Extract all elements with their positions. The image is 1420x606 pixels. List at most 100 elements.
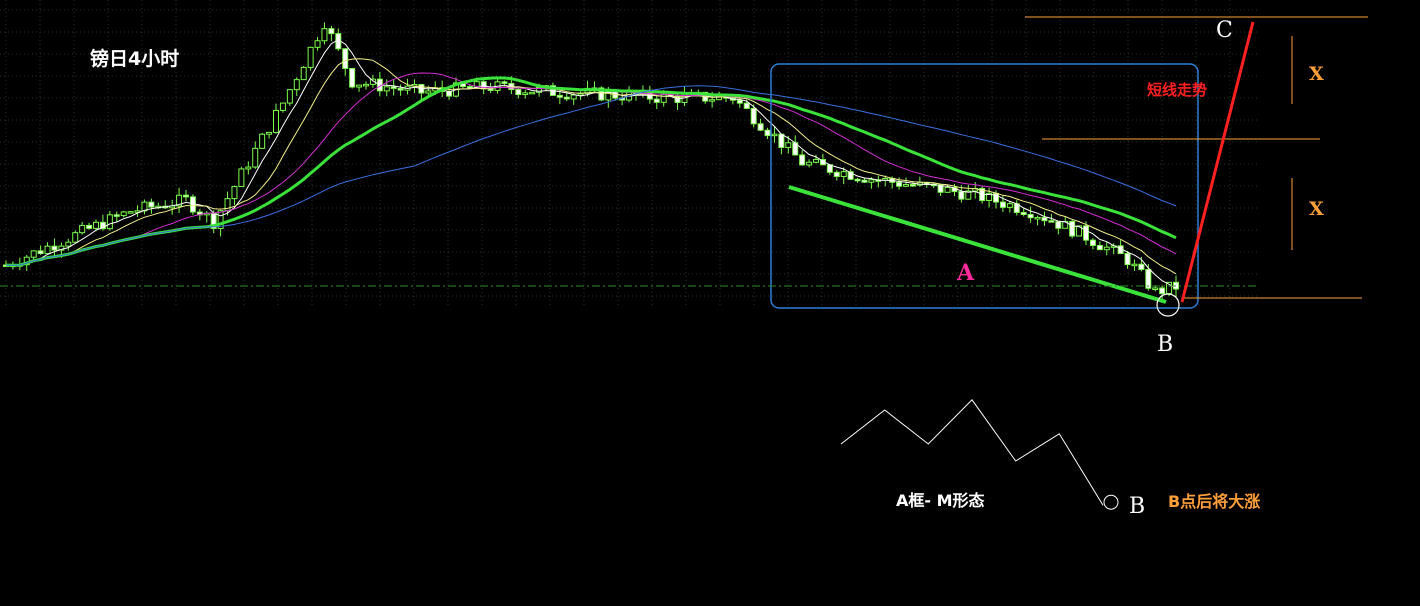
candle-body <box>1124 253 1131 266</box>
candle-body <box>826 164 833 173</box>
candle-body <box>556 94 563 98</box>
candle-body <box>868 179 875 183</box>
candle-body <box>245 166 252 170</box>
candle-body <box>1103 246 1110 251</box>
candle-body <box>51 245 58 251</box>
candle-body <box>259 133 266 149</box>
candle-body <box>1152 287 1159 290</box>
candle-body <box>1083 225 1089 241</box>
candle-body <box>300 66 307 81</box>
candle-body <box>106 214 113 230</box>
candle-body <box>238 168 245 188</box>
candle-body <box>785 142 792 148</box>
candle-body <box>86 224 93 229</box>
short-trend-label: 短线走势 <box>1147 81 1208 99</box>
after-b-note-label: B点后将大涨 <box>1168 492 1261 511</box>
candle-body <box>570 94 577 100</box>
candle-body <box>425 90 432 94</box>
chart-grid <box>0 0 1258 308</box>
candle-body <box>840 171 847 177</box>
moving-average-line <box>5 72 1177 266</box>
candle-body <box>93 221 99 229</box>
candle-body <box>279 102 286 111</box>
x-measure-upper-label: X <box>1309 63 1324 85</box>
candle-body <box>356 84 363 88</box>
candle-body <box>806 161 813 166</box>
candle-body <box>252 147 259 168</box>
candle-body <box>660 93 667 103</box>
candle-body <box>30 250 37 258</box>
candle-body <box>1138 263 1145 270</box>
m-pattern-line <box>840 399 1104 506</box>
lower-channel-line <box>788 185 1167 304</box>
candle-body <box>709 99 716 102</box>
candle-body <box>183 194 189 198</box>
x-measure-lower-label: X <box>1309 198 1324 220</box>
candle-body <box>293 79 300 91</box>
candle-body <box>1069 220 1076 237</box>
candle-body <box>854 178 861 182</box>
pattern-note-label: A框- M形态 <box>896 491 985 510</box>
candle-body <box>896 181 903 187</box>
candle-body <box>778 133 785 148</box>
candle-body <box>757 123 764 131</box>
candle-body <box>328 28 335 35</box>
candle-body <box>321 28 328 42</box>
candle-body <box>1096 244 1103 251</box>
candle-body <box>1089 239 1096 246</box>
point-b-label: B <box>1157 332 1174 357</box>
candle-body <box>127 211 134 214</box>
point-b-marker <box>1156 293 1180 317</box>
candle-body <box>72 232 79 243</box>
candle-body <box>1006 203 1013 208</box>
candle-body <box>65 241 72 247</box>
candle-body <box>397 87 404 91</box>
candle-body <box>909 184 916 187</box>
candle-body <box>349 67 356 88</box>
candle-body <box>37 250 44 255</box>
candle-body <box>563 96 570 100</box>
candle-body <box>120 211 127 217</box>
box-label-a: A <box>957 260 975 286</box>
candle-body <box>522 92 529 96</box>
candle-body <box>813 159 819 163</box>
candle-body <box>653 98 660 103</box>
candle-body <box>1055 221 1062 229</box>
candle-body <box>1034 216 1041 220</box>
candle-body <box>861 179 868 183</box>
candle-body <box>231 186 238 200</box>
sketch-point-b-label: B <box>1129 494 1146 519</box>
candle-body <box>501 81 508 84</box>
candle-body <box>833 171 840 177</box>
candle-body <box>515 89 522 96</box>
candle-body <box>1027 214 1034 219</box>
candle-body <box>529 91 536 95</box>
moving-average-line <box>5 85 1177 266</box>
candle-body <box>286 89 293 104</box>
annotation-overlays <box>0 16 1368 317</box>
candle-body <box>273 109 279 133</box>
candle-body <box>342 48 349 69</box>
candle-body <box>383 86 390 92</box>
sketch-point-b-marker <box>1103 494 1119 510</box>
candle-body <box>307 46 314 68</box>
candle-body <box>1048 220 1055 223</box>
candle-body <box>944 186 951 193</box>
candle-body <box>390 86 397 89</box>
candle-body <box>750 107 757 125</box>
candle-body <box>1041 216 1048 222</box>
candle-body <box>799 154 806 166</box>
candle-body <box>314 40 321 48</box>
candle-body <box>736 99 743 104</box>
candle-body <box>148 201 155 208</box>
candle-body <box>743 102 750 109</box>
candle-body <box>1020 211 1027 216</box>
candle-body <box>1131 263 1138 267</box>
chart-title: 镑日4小时 <box>90 48 180 70</box>
candle-body <box>44 245 51 255</box>
candle-body <box>1145 268 1152 289</box>
point-c-label: C <box>1216 18 1233 43</box>
candle-body <box>266 131 273 135</box>
candle-body <box>764 129 771 137</box>
candle-body <box>1159 287 1166 295</box>
